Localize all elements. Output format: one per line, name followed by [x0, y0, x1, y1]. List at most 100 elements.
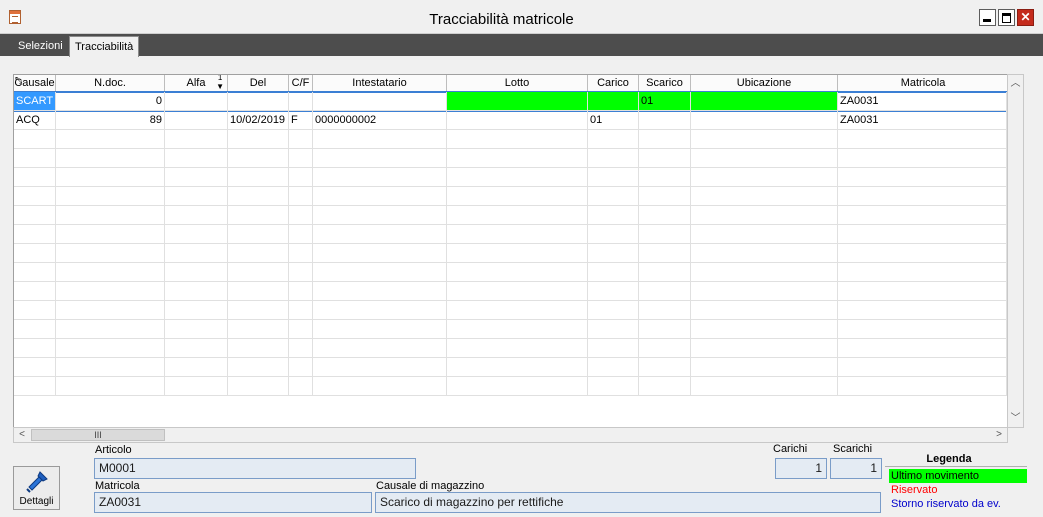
empty-cell[interactable]: [165, 244, 228, 263]
empty-cell[interactable]: [447, 377, 588, 396]
empty-cell[interactable]: [14, 225, 56, 244]
column-header-matricola[interactable]: Matricola: [838, 75, 1007, 92]
table-row[interactable]: [14, 206, 1007, 225]
empty-cell[interactable]: [447, 339, 588, 358]
empty-cell[interactable]: [228, 149, 289, 168]
empty-cell[interactable]: [228, 282, 289, 301]
empty-cell[interactable]: [289, 320, 313, 339]
empty-cell[interactable]: [14, 320, 56, 339]
cell-scarico[interactable]: 01: [639, 92, 691, 111]
empty-cell[interactable]: [228, 339, 289, 358]
tracking-grid[interactable]: ⤡ Causale N.doc. Alfa 1 ▼ Del C/F Intesta…: [13, 74, 1008, 428]
empty-cell[interactable]: [289, 244, 313, 263]
table-row[interactable]: [14, 168, 1007, 187]
empty-cell[interactable]: [447, 301, 588, 320]
table-row[interactable]: [14, 282, 1007, 301]
empty-cell[interactable]: [691, 282, 838, 301]
empty-cell[interactable]: [691, 339, 838, 358]
empty-cell[interactable]: [228, 301, 289, 320]
matricola-field[interactable]: ZA0031: [94, 492, 372, 513]
empty-cell[interactable]: [56, 206, 165, 225]
column-header-scarico[interactable]: Scarico: [639, 75, 691, 92]
empty-cell[interactable]: [838, 282, 1007, 301]
empty-cell[interactable]: [588, 282, 639, 301]
empty-cell[interactable]: [691, 377, 838, 396]
causale-magazzino-field[interactable]: Scarico di magazzino per rettifiche: [375, 492, 881, 513]
empty-cell[interactable]: [838, 377, 1007, 396]
empty-cell[interactable]: [228, 358, 289, 377]
empty-cell[interactable]: [447, 149, 588, 168]
empty-cell[interactable]: [447, 130, 588, 149]
cell-scarico[interactable]: [639, 111, 691, 130]
empty-cell[interactable]: [56, 187, 165, 206]
empty-cell[interactable]: [691, 206, 838, 225]
tab-tracciabilita[interactable]: Tracciabilità: [69, 36, 140, 57]
empty-cell[interactable]: [447, 320, 588, 339]
table-row[interactable]: [14, 339, 1007, 358]
empty-cell[interactable]: [639, 168, 691, 187]
empty-cell[interactable]: [56, 301, 165, 320]
empty-cell[interactable]: [588, 263, 639, 282]
empty-cell[interactable]: [289, 339, 313, 358]
scroll-right-icon[interactable]: >: [991, 428, 1007, 442]
empty-cell[interactable]: [447, 282, 588, 301]
empty-cell[interactable]: [838, 149, 1007, 168]
empty-cell[interactable]: [56, 244, 165, 263]
empty-cell[interactable]: [228, 263, 289, 282]
column-header-causale[interactable]: ⤡ Causale: [14, 75, 56, 92]
empty-cell[interactable]: [447, 168, 588, 187]
empty-cell[interactable]: [14, 149, 56, 168]
table-row[interactable]: [14, 358, 1007, 377]
empty-cell[interactable]: [691, 149, 838, 168]
empty-cell[interactable]: [838, 339, 1007, 358]
table-row[interactable]: [14, 377, 1007, 396]
maximize-button[interactable]: [998, 9, 1015, 26]
cell-lotto[interactable]: [447, 92, 588, 111]
empty-cell[interactable]: [838, 263, 1007, 282]
cell-alfa[interactable]: [165, 111, 228, 130]
empty-cell[interactable]: [289, 130, 313, 149]
empty-cell[interactable]: [639, 225, 691, 244]
table-row[interactable]: [14, 301, 1007, 320]
empty-cell[interactable]: [56, 377, 165, 396]
empty-cell[interactable]: [447, 263, 588, 282]
empty-cell[interactable]: [447, 358, 588, 377]
empty-cell[interactable]: [313, 263, 447, 282]
scarichi-field[interactable]: 1: [830, 458, 882, 479]
empty-cell[interactable]: [639, 149, 691, 168]
cell-ubicazione[interactable]: [691, 92, 838, 111]
table-row[interactable]: SCART 0 01 ZA0031: [14, 91, 1007, 112]
empty-cell[interactable]: [289, 206, 313, 225]
empty-cell[interactable]: [165, 377, 228, 396]
empty-cell[interactable]: [588, 301, 639, 320]
scroll-down-icon[interactable]: ﹀: [1008, 410, 1023, 427]
cell-del[interactable]: 10/02/2019: [228, 111, 289, 130]
empty-cell[interactable]: [228, 225, 289, 244]
empty-cell[interactable]: [56, 225, 165, 244]
cell-lotto[interactable]: [447, 111, 588, 130]
empty-cell[interactable]: [228, 130, 289, 149]
empty-cell[interactable]: [289, 301, 313, 320]
empty-cell[interactable]: [14, 339, 56, 358]
cell-carico[interactable]: [588, 92, 639, 111]
empty-cell[interactable]: [56, 149, 165, 168]
empty-cell[interactable]: [165, 130, 228, 149]
empty-cell[interactable]: [165, 225, 228, 244]
empty-cell[interactable]: [228, 187, 289, 206]
horizontal-scrollbar[interactable]: < III >: [13, 427, 1008, 443]
empty-cell[interactable]: [691, 187, 838, 206]
column-header-ubicazione[interactable]: Ubicazione: [691, 75, 838, 92]
empty-cell[interactable]: [56, 263, 165, 282]
empty-cell[interactable]: [691, 301, 838, 320]
empty-cell[interactable]: [447, 244, 588, 263]
empty-cell[interactable]: [639, 320, 691, 339]
empty-cell[interactable]: [228, 244, 289, 263]
column-header-cf[interactable]: C/F: [289, 75, 313, 92]
empty-cell[interactable]: [289, 187, 313, 206]
empty-cell[interactable]: [56, 282, 165, 301]
empty-cell[interactable]: [588, 244, 639, 263]
empty-cell[interactable]: [639, 339, 691, 358]
empty-cell[interactable]: [639, 282, 691, 301]
empty-cell[interactable]: [639, 377, 691, 396]
empty-cell[interactable]: [691, 130, 838, 149]
